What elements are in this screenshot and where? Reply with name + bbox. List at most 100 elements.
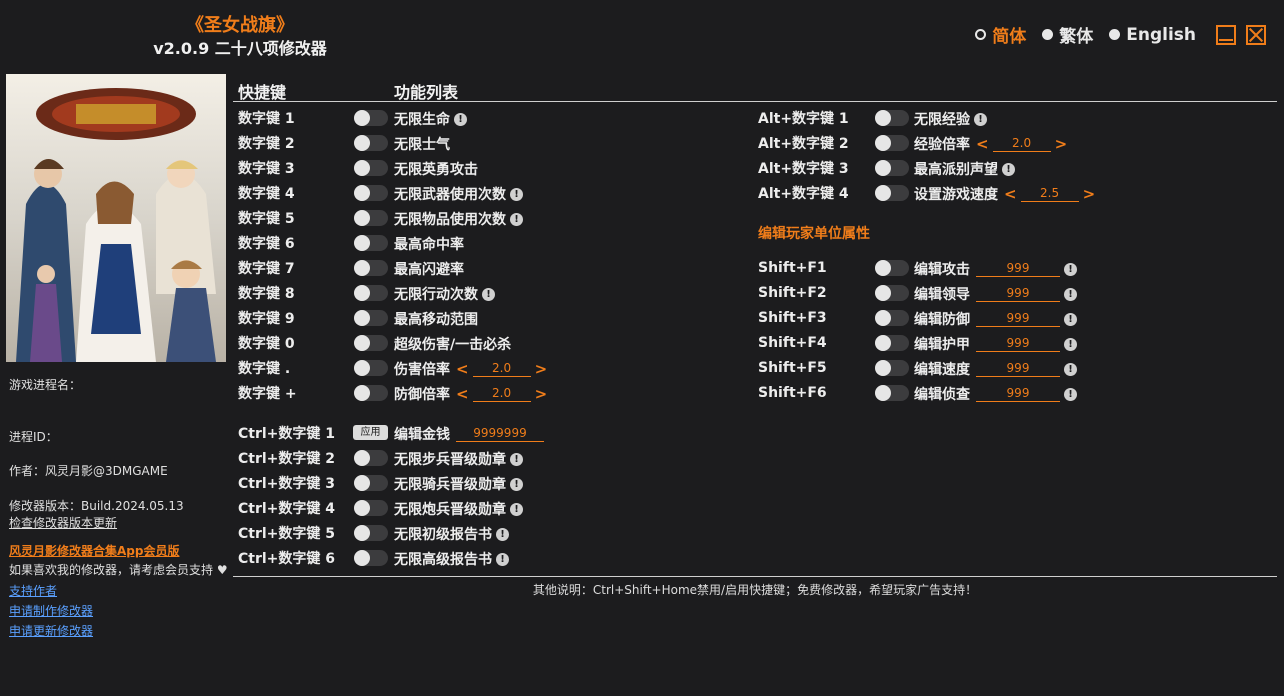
toggle-knob xyxy=(354,500,370,516)
footer-divider xyxy=(233,576,1277,577)
cheat-item: 最高闪避率 xyxy=(394,259,464,279)
decrease-arrow-icon[interactable]: < xyxy=(456,385,469,403)
toggle-knob xyxy=(875,360,891,376)
cheat-toggle[interactable] xyxy=(354,235,388,251)
cheat-toggle[interactable] xyxy=(354,110,388,126)
edit-value-field[interactable]: 999 xyxy=(976,386,1060,402)
cheat-toggle[interactable] xyxy=(875,385,909,401)
increase-arrow-icon[interactable]: > xyxy=(1055,135,1068,153)
cheat-toggle[interactable] xyxy=(354,310,388,326)
edit-value-field[interactable]: 999 xyxy=(976,286,1060,302)
cheat-toggle[interactable] xyxy=(354,160,388,176)
radio-icon[interactable] xyxy=(1042,29,1054,40)
cheat-toggle[interactable] xyxy=(354,450,388,466)
lang-traditional[interactable]: 繁体 xyxy=(1042,22,1093,47)
info-icon[interactable]: ! xyxy=(510,187,523,201)
info-icon[interactable]: ! xyxy=(454,112,467,126)
cheat-toggle[interactable] xyxy=(875,360,909,376)
cheat-toggle[interactable] xyxy=(354,210,388,226)
info-icon[interactable]: ! xyxy=(974,112,987,126)
info-icon[interactable]: ! xyxy=(496,552,509,566)
request-update-link[interactable]: 申请更新修改器 xyxy=(9,622,93,639)
cheat-toggle[interactable] xyxy=(875,260,909,276)
toggle-knob xyxy=(354,475,370,491)
info-icon[interactable]: ! xyxy=(1002,162,1015,176)
lang-english[interactable]: English xyxy=(1109,25,1196,45)
increase-arrow-icon[interactable]: > xyxy=(1083,185,1096,203)
hotkey-label: 数字键 0 xyxy=(238,336,295,352)
info-icon[interactable]: ! xyxy=(510,212,523,226)
apply-button[interactable]: 应用 xyxy=(353,425,388,440)
process-id-label: 进程ID： xyxy=(9,430,58,444)
info-icon[interactable]: ! xyxy=(1064,287,1077,301)
decrease-arrow-icon[interactable]: < xyxy=(976,135,989,153)
check-update-link[interactable]: 检查修改器版本更新 xyxy=(9,514,117,531)
cheat-toggle[interactable] xyxy=(875,160,909,176)
cheat-toggle[interactable] xyxy=(354,185,388,201)
info-icon[interactable]: ! xyxy=(1064,337,1077,351)
game-title: 《圣女战旗》 xyxy=(186,15,294,36)
support-author-link[interactable]: 支持作者 xyxy=(9,582,57,599)
hotkey-label: 数字键 6 xyxy=(238,236,295,252)
cheat-toggle[interactable] xyxy=(354,285,388,301)
cheat-toggle[interactable] xyxy=(354,260,388,276)
edit-value-field[interactable]: 9999999 xyxy=(456,426,544,442)
cheat-toggle[interactable] xyxy=(875,335,909,351)
cheat-toggle[interactable] xyxy=(354,360,388,376)
hotkey-label: Ctrl+数字键 3 xyxy=(238,476,336,492)
cheat-toggle[interactable] xyxy=(875,285,909,301)
info-icon[interactable]: ! xyxy=(482,287,495,301)
decrease-arrow-icon[interactable]: < xyxy=(1004,185,1017,203)
decrease-arrow-icon[interactable]: < xyxy=(456,360,469,378)
cheat-toggle[interactable] xyxy=(354,385,388,401)
radio-icon[interactable] xyxy=(1109,29,1121,40)
cheat-toggle[interactable] xyxy=(875,135,909,151)
author-label: 作者：风灵月影@3DMGAME xyxy=(9,464,168,478)
increase-arrow-icon[interactable]: > xyxy=(535,360,548,378)
cheat-name: 设置游戏速度 xyxy=(914,187,998,203)
cheat-toggle[interactable] xyxy=(354,500,388,516)
cheat-item: 最高命中率 xyxy=(394,234,464,254)
info-icon[interactable]: ! xyxy=(510,452,523,466)
vip-app-link[interactable]: 风灵月影修改器合集App会员版 xyxy=(9,542,179,559)
stepper-value[interactable]: 2.0 xyxy=(992,136,1051,152)
edit-value-field[interactable]: 999 xyxy=(976,261,1060,277)
cheat-toggle[interactable] xyxy=(354,135,388,151)
cheat-toggle[interactable] xyxy=(875,310,909,326)
close-icon[interactable] xyxy=(1246,24,1266,45)
info-icon[interactable]: ! xyxy=(1064,312,1077,326)
cheat-item: 无限英勇攻击 xyxy=(394,159,478,179)
cheat-toggle[interactable] xyxy=(875,185,909,201)
info-icon[interactable]: ! xyxy=(1064,262,1077,276)
edit-value-field[interactable]: 999 xyxy=(976,311,1060,327)
radio-icon[interactable] xyxy=(975,29,987,40)
cheat-toggle[interactable] xyxy=(354,550,388,566)
cheat-toggle[interactable] xyxy=(354,475,388,491)
minimize-icon[interactable] xyxy=(1216,24,1236,45)
stepper-value[interactable]: 2.5 xyxy=(1020,186,1079,202)
stepper-value[interactable]: 2.0 xyxy=(472,386,531,402)
cheat-name: 无限高级报告书 xyxy=(394,552,492,568)
cheat-name: 无限士气 xyxy=(394,137,450,153)
toggle-knob xyxy=(875,185,891,201)
increase-arrow-icon[interactable]: > xyxy=(535,385,548,403)
info-icon[interactable]: ! xyxy=(510,502,523,516)
info-icon[interactable]: ! xyxy=(496,527,509,541)
stepper-value[interactable]: 2.0 xyxy=(472,361,531,377)
info-icon[interactable]: ! xyxy=(1064,387,1077,401)
hotkey-label: Alt+数字键 4 xyxy=(758,186,849,202)
cheat-item: 设置游戏速度 <2.5 > xyxy=(914,184,1095,204)
info-icon[interactable]: ! xyxy=(1064,362,1077,376)
edit-value-field[interactable]: 999 xyxy=(976,336,1060,352)
request-trainer-link[interactable]: 申请制作修改器 xyxy=(9,602,93,619)
hotkey-label: 数字键 2 xyxy=(238,136,295,152)
cheat-toggle[interactable] xyxy=(354,335,388,351)
edit-value-field[interactable]: 999 xyxy=(976,361,1060,377)
hotkey-label: Shift+F4 xyxy=(758,335,827,351)
cheat-item: 编辑金钱 9999999 xyxy=(394,424,544,444)
cheat-toggle[interactable] xyxy=(875,110,909,126)
info-icon[interactable]: ! xyxy=(510,477,523,491)
lang-simplified[interactable]: 简体 xyxy=(975,22,1026,47)
trainer-version-label: 修改器版本：Build.2024.05.13 xyxy=(9,499,184,513)
cheat-toggle[interactable] xyxy=(354,525,388,541)
